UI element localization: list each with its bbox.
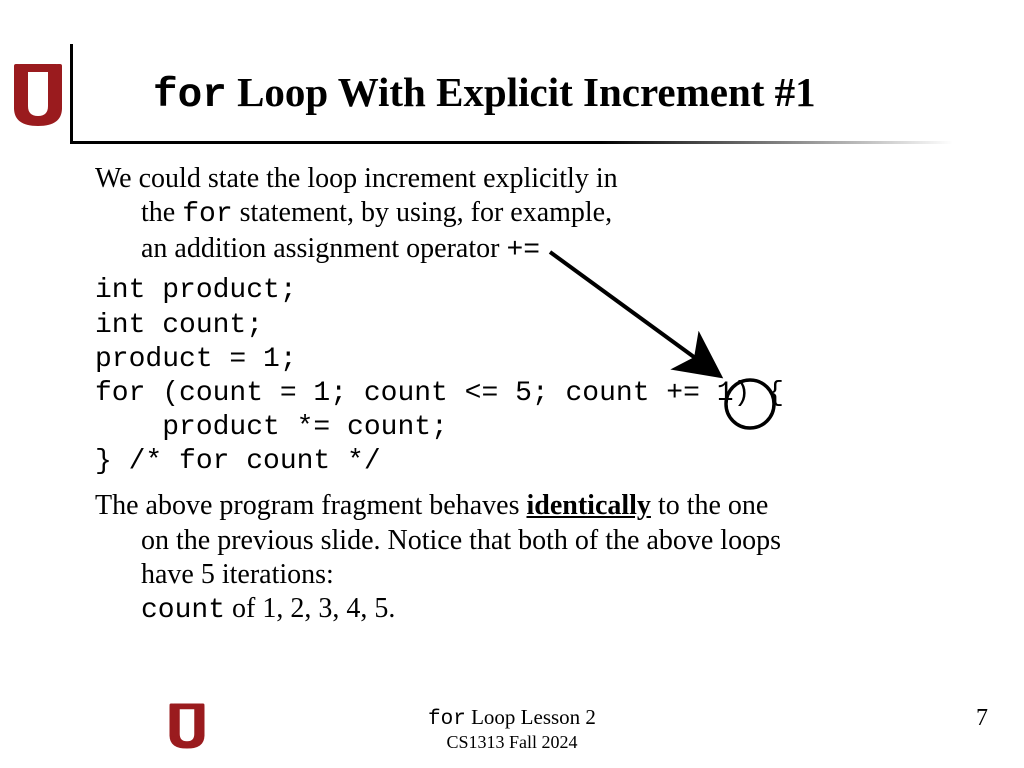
ou-logo-main <box>12 62 64 128</box>
p1-line1: We could state the loop increment explic… <box>95 163 618 194</box>
title-code: for <box>153 73 227 119</box>
footer-title: for Loop Lesson 2 <box>0 706 1024 732</box>
slide-body: We could state the loop increment explic… <box>95 162 975 634</box>
code-block: int product; int count; product = 1; for… <box>95 274 975 479</box>
footer-code: for <box>428 708 466 731</box>
p2-line2: on the previous slide. Notice that both … <box>95 524 975 558</box>
slide: for Loop With Explicit Increment #1 We c… <box>0 0 1024 768</box>
slide-title: for Loop With Explicit Increment #1 <box>73 44 970 119</box>
page-number: 7 <box>976 705 988 732</box>
p2-identically: identically <box>526 490 650 521</box>
p2-seg1: The above program fragment behaves <box>95 490 526 521</box>
p1-for-code: for <box>182 199 232 230</box>
p2-line3: have 5 iterations: <box>95 558 975 592</box>
p1-line2b: statement, by using, for example, <box>233 197 612 228</box>
footer-rest: Loop Lesson 2 <box>466 705 596 729</box>
p2-line4rest: of 1, 2, 3, 4, 5. <box>225 593 395 624</box>
p2-count-code: count <box>141 595 225 626</box>
p1-pluseq-code: += <box>506 235 540 266</box>
title-container: for Loop With Explicit Increment #1 <box>70 44 970 144</box>
footer-subtitle: CS1313 Fall 2024 <box>0 732 1024 752</box>
title-rest: Loop With Explicit Increment #1 <box>227 69 816 115</box>
p1-line2a: the <box>141 197 182 228</box>
paragraph-1: We could state the loop increment explic… <box>95 162 975 268</box>
p2-seg2: to the one <box>651 490 768 521</box>
footer: for Loop Lesson 2 CS1313 Fall 2024 <box>0 706 1024 752</box>
paragraph-2: The above program fragment behaves ident… <box>95 489 975 628</box>
p1-line3a: an addition assignment operator <box>141 233 506 264</box>
